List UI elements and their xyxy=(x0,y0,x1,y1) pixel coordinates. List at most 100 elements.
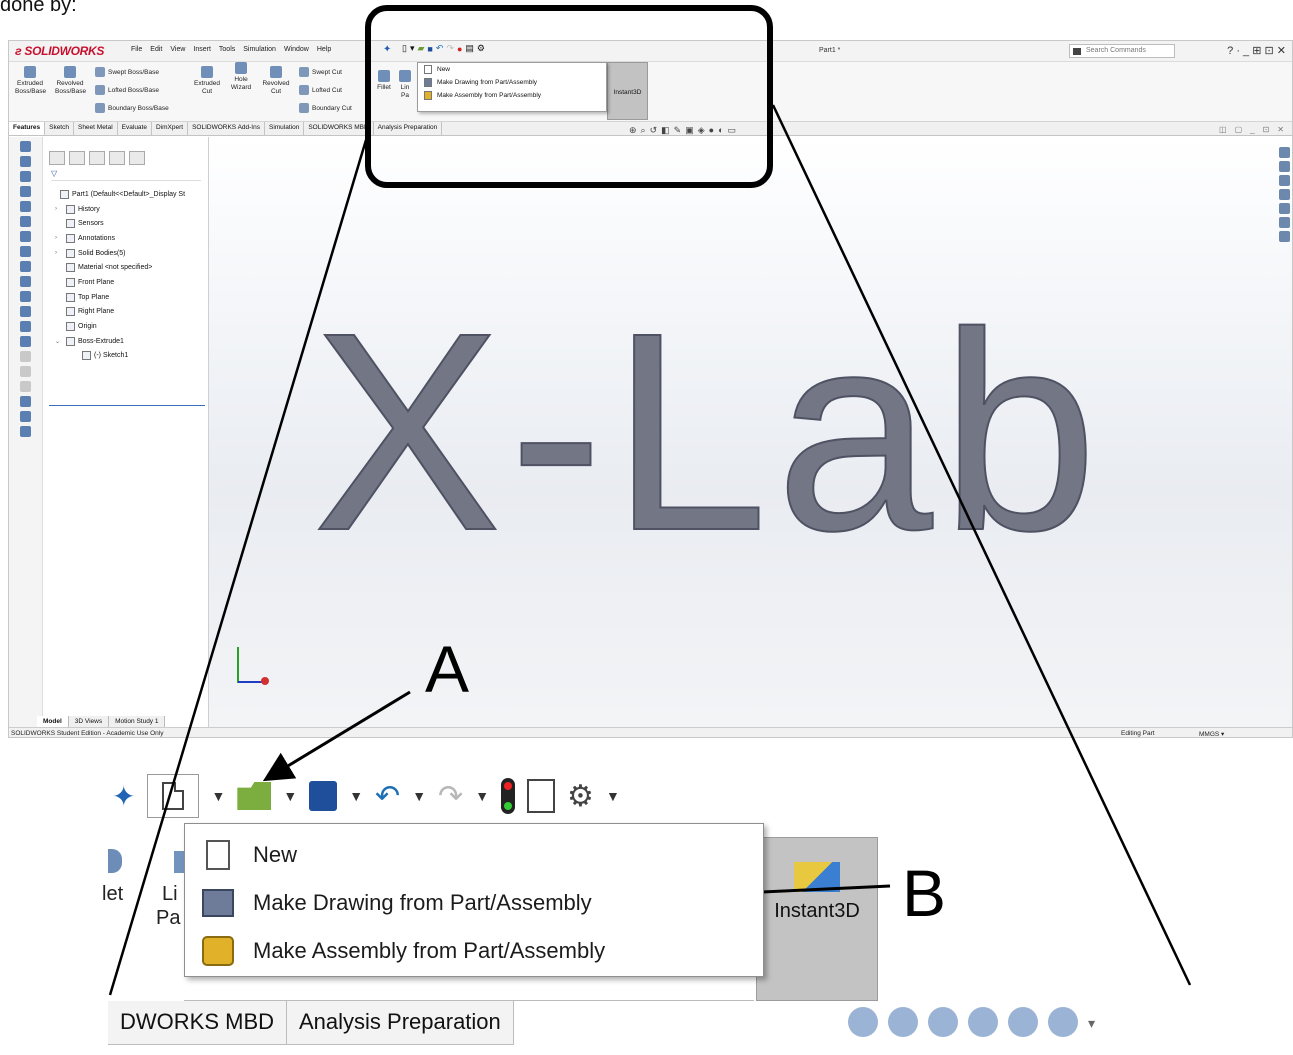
tree-item-top-plane[interactable]: Top Plane xyxy=(49,290,209,305)
chamfer-tool-icon[interactable] xyxy=(20,261,31,272)
extruded-cut-button[interactable]: Extruded Cut xyxy=(192,66,222,96)
tab-sketch[interactable]: Sketch xyxy=(45,122,74,135)
open-folder-icon[interactable] xyxy=(237,782,272,810)
pin-icon[interactable]: ✦ xyxy=(112,780,135,813)
forum-icon[interactable] xyxy=(1279,231,1290,242)
instant3d-icon[interactable] xyxy=(20,426,31,437)
tab-evaluate[interactable]: Evaluate xyxy=(118,122,152,135)
cut-tool-icon[interactable] xyxy=(20,216,31,227)
file-explorer-icon[interactable] xyxy=(1279,175,1290,186)
graphics-area[interactable]: X-Lab xyxy=(209,137,1292,727)
menu-insert[interactable]: Insert xyxy=(193,46,211,53)
zoom-to-fit-icon[interactable]: ⊕ xyxy=(629,125,637,136)
design-library-icon[interactable] xyxy=(1279,161,1290,172)
options-gear-icon[interactable]: ⚙ xyxy=(477,43,485,54)
more-dropdown-arrow-icon[interactable]: ▾ xyxy=(1088,1007,1095,1037)
tree-rollback-bar[interactable] xyxy=(49,405,205,406)
dimxpert-manager-tab-icon[interactable] xyxy=(109,151,125,165)
hole-wizard-button[interactable]: Hole Wizard xyxy=(227,62,255,92)
fillet-label[interactable]: let xyxy=(102,883,123,906)
rebuild-traffic-light-icon[interactable] xyxy=(501,778,516,814)
zoomed-menu-item-make-assembly[interactable]: Make Assembly from Part/Assembly xyxy=(185,928,763,974)
options-gear-icon[interactable]: ⚙ xyxy=(567,779,594,814)
undo-icon[interactable]: ↶ xyxy=(375,779,400,814)
appearance-icon[interactable]: ● xyxy=(709,125,714,136)
menu-item-new[interactable]: New xyxy=(418,63,606,76)
tab-mbd[interactable]: SOLIDWORKS MBD xyxy=(304,122,374,135)
tree-item-part[interactable]: Part1 (Default<<Default>_Display St xyxy=(49,187,209,202)
zoom-to-fit-icon[interactable] xyxy=(848,1007,878,1037)
menu-file[interactable]: File xyxy=(131,46,142,53)
restore-icon[interactable]: ◫ xyxy=(1219,125,1227,134)
rebuild-traffic-light-icon[interactable]: ● xyxy=(457,44,462,54)
reference-geometry-icon[interactable] xyxy=(20,396,31,407)
curves-icon[interactable] xyxy=(20,411,31,422)
window-controls[interactable]: ? · _ ⊞ ⊡ ✕ xyxy=(1227,44,1286,57)
save-icon[interactable] xyxy=(309,781,338,811)
fillet-tool-icon[interactable] xyxy=(20,246,31,257)
zoomed-menu-item-new[interactable]: New xyxy=(185,832,763,878)
tree-item-front-plane[interactable]: Front Plane xyxy=(49,275,209,290)
dynamic-annotation-icon[interactable] xyxy=(1008,1007,1038,1037)
tree-item-right-plane[interactable]: Right Plane xyxy=(49,305,209,320)
property-manager-tab-icon[interactable] xyxy=(69,151,85,165)
tab-mbd[interactable]: DWORKS MBD xyxy=(108,1001,287,1045)
fillet-button[interactable]: Fillet xyxy=(373,70,395,92)
menu-tools[interactable]: Tools xyxy=(219,46,235,53)
tab-simulation[interactable]: Simulation xyxy=(265,122,305,135)
tile-icon[interactable]: ▢ xyxy=(1235,125,1243,134)
tree-item-solid-bodies[interactable]: › Solid Bodies(5) xyxy=(49,246,209,261)
tree-item-material[interactable]: Material <not specified> xyxy=(49,260,209,275)
save-dropdown-arrow-icon[interactable]: ▼ xyxy=(349,788,363,804)
tab-3d-views[interactable]: 3D Views xyxy=(69,716,110,727)
menu-item-make-assembly[interactable]: Make Assembly from Part/Assembly xyxy=(418,89,606,102)
open-folder-icon[interactable]: ▰ xyxy=(417,43,424,54)
tree-item-boss-extrude[interactable]: ⌄ Boss-Extrude1 xyxy=(49,334,209,349)
loft-tool-icon[interactable] xyxy=(20,186,31,197)
maximize-icon[interactable]: ⊡ xyxy=(1263,125,1270,134)
display-manager-tab-icon[interactable] xyxy=(129,151,145,165)
tab-dimxpert[interactable]: DimXpert xyxy=(152,122,189,135)
redo-icon[interactable]: ↷ xyxy=(446,43,454,54)
redo-dropdown-arrow-icon[interactable]: ▼ xyxy=(475,788,489,804)
view-orientation-icon[interactable]: ▣ xyxy=(685,125,694,136)
tab-features[interactable]: Features xyxy=(9,122,46,135)
view-orientation-icon[interactable] xyxy=(1048,1007,1078,1037)
revolved-boss-button[interactable]: Revolved Boss/Base xyxy=(55,66,86,96)
boundary-boss-button[interactable]: Boundary Boss/Base xyxy=(95,103,169,113)
extrude-tool-icon[interactable] xyxy=(20,141,31,152)
tree-item-annotations[interactable]: › Annotations xyxy=(49,231,209,246)
units-selector[interactable]: MMGS ▾ xyxy=(1199,730,1224,737)
sweep-tool-icon[interactable] xyxy=(20,171,31,182)
save-icon[interactable]: ■ xyxy=(427,44,432,54)
rib-tool-icon[interactable] xyxy=(20,291,31,302)
zoom-area-icon[interactable] xyxy=(888,1007,918,1037)
view-settings-icon[interactable]: ▭ xyxy=(728,125,737,136)
menu-help[interactable]: Help xyxy=(317,46,331,53)
wrap-tool-icon[interactable] xyxy=(20,321,31,332)
menu-simulation[interactable]: Simulation xyxy=(243,46,276,53)
zoomed-new-button[interactable] xyxy=(147,774,200,818)
tab-model[interactable]: Model xyxy=(37,716,69,727)
redo-icon[interactable]: ↷ xyxy=(438,779,463,814)
previous-view-icon[interactable]: ↺ xyxy=(650,125,658,136)
zoomed-menu-item-make-drawing[interactable]: Make Drawing from Part/Assembly xyxy=(185,880,763,926)
tab-analysis-preparation[interactable]: Analysis Preparation xyxy=(374,122,443,135)
tree-item-history[interactable]: › History xyxy=(49,202,209,217)
minimize-icon[interactable]: _ xyxy=(1250,125,1254,134)
section-view-icon[interactable]: ◧ xyxy=(661,125,670,136)
menu-view[interactable]: View xyxy=(170,46,185,53)
zoom-area-icon[interactable]: ⌕ xyxy=(641,125,646,136)
configuration-manager-tab-icon[interactable] xyxy=(89,151,105,165)
close-icon[interactable]: ✕ xyxy=(1277,125,1284,134)
tree-item-sensors[interactable]: Sensors xyxy=(49,216,209,231)
linear-pattern-label-2[interactable]: Pa xyxy=(156,907,180,930)
custom-properties-icon[interactable] xyxy=(1279,217,1290,228)
linear-pattern-button[interactable]: Lin Pa xyxy=(397,70,413,100)
revolve-tool-icon[interactable] xyxy=(20,156,31,167)
lofted-cut-button[interactable]: Lofted Cut xyxy=(299,85,342,95)
tree-item-sketch[interactable]: (-) Sketch1 xyxy=(49,349,209,364)
pin-icon[interactable]: ✦ xyxy=(383,44,391,55)
swept-boss-button[interactable]: Swept Boss/Base xyxy=(95,67,159,77)
extruded-boss-button[interactable]: Extruded Boss/Base xyxy=(15,66,46,96)
